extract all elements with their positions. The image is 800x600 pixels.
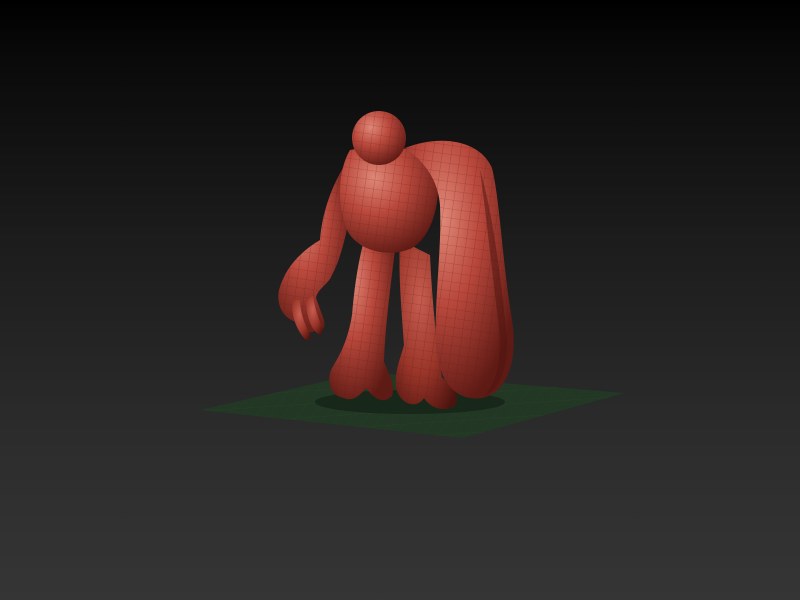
3d-viewport[interactable] xyxy=(0,0,800,600)
viewport-canvas[interactable] xyxy=(0,0,800,600)
left-arm xyxy=(278,168,350,341)
sculpted-creature-model[interactable] xyxy=(278,111,514,410)
head xyxy=(352,111,406,165)
